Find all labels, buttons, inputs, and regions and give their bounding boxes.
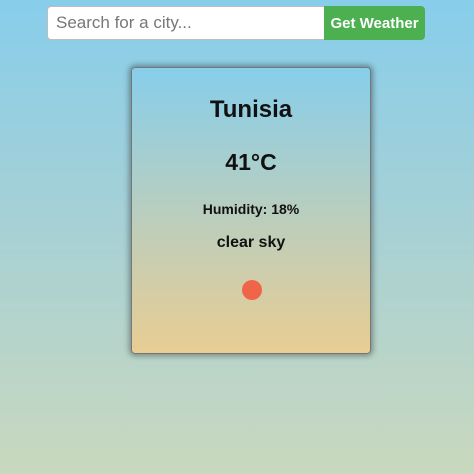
- get-weather-button[interactable]: Get Weather: [324, 6, 425, 40]
- weather-card: Tunisia 41°C Humidity: 18% clear sky: [131, 67, 371, 354]
- sun-icon: [242, 280, 262, 300]
- humidity: Humidity: 18%: [202, 201, 300, 217]
- temperature: 41°C: [225, 149, 277, 175]
- weather-description: clear sky: [216, 234, 286, 251]
- search-bar: Get Weather: [47, 6, 425, 40]
- city-name: Tunisia: [209, 96, 293, 123]
- city-search-input[interactable]: [47, 6, 324, 40]
